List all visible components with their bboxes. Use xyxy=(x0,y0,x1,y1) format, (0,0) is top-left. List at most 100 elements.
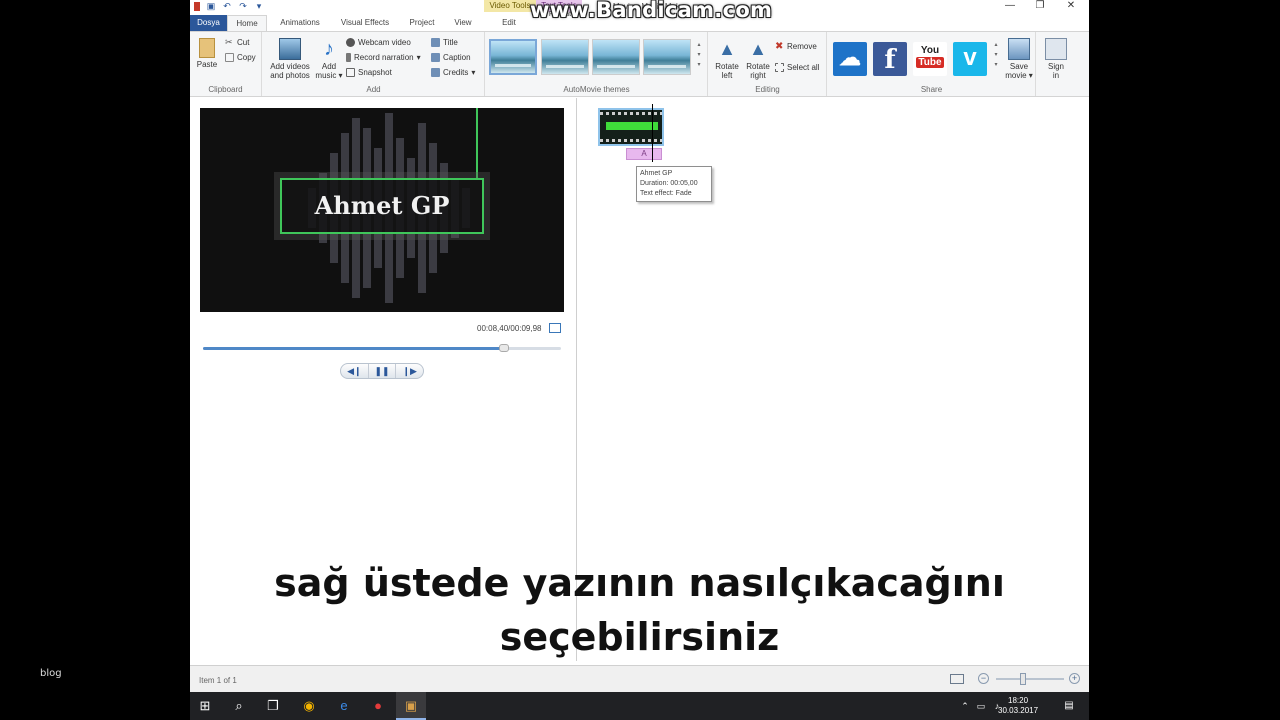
context-video-tools: Video Tools xyxy=(484,0,536,12)
playback-controls: ◀❙ ❚❚ ❙▶ xyxy=(340,363,424,379)
taskbar-clock[interactable]: 18:20 30.03.2017 xyxy=(998,696,1038,716)
clock-time: 18:20 xyxy=(1008,696,1029,705)
playhead[interactable] xyxy=(652,104,653,162)
zoom-slider-thumb[interactable] xyxy=(1020,673,1026,685)
youtube-icon[interactable]: You Tube xyxy=(913,42,947,76)
playback-time: 00:08,40/00:09,98 xyxy=(477,324,542,333)
theme-default[interactable] xyxy=(489,39,537,75)
quick-access-toolbar: ▣ ↶ ↷ ▾ xyxy=(194,2,264,11)
paste-button[interactable]: Paste xyxy=(195,38,219,69)
green-accent-line xyxy=(476,108,478,180)
scissors-icon: ✂ xyxy=(225,37,233,47)
minimize-button[interactable]: — xyxy=(995,0,1025,13)
title-icon xyxy=(431,38,440,47)
next-frame-icon[interactable]: ❙▶ xyxy=(396,364,423,378)
bandicam-icon[interactable]: ● xyxy=(369,697,387,715)
undo-icon[interactable]: ↶ xyxy=(222,2,232,11)
film-photo-icon xyxy=(279,38,301,60)
zoom-slider[interactable] xyxy=(996,678,1064,680)
group-clipboard: Paste ✂ Cut Copy Clipboard xyxy=(190,32,262,96)
tab-view[interactable]: View xyxy=(448,15,478,31)
credits-button[interactable]: Credits ▾ xyxy=(431,68,475,77)
close-button[interactable]: ✕ xyxy=(1056,0,1086,13)
theme-fade[interactable] xyxy=(643,39,691,75)
sign-in-button[interactable]: Sign in xyxy=(1040,38,1072,80)
zoom-in-button[interactable]: + xyxy=(1069,673,1080,684)
save-icon[interactable]: ▣ xyxy=(206,2,216,11)
tab-edit[interactable]: Edit xyxy=(490,15,528,31)
vimeo-icon[interactable]: v xyxy=(953,42,987,76)
themes-scroll[interactable]: ▴ ▾ ▾ xyxy=(695,40,703,70)
select-all-button[interactable]: Select all xyxy=(775,63,819,72)
tooltip-duration: Duration: 00:05,00 xyxy=(640,180,698,187)
group-share: ☁ f You Tube v ▴ ▾ ▾ Save movie ▾ Share xyxy=(828,32,1036,96)
storyboard-clip[interactable] xyxy=(598,108,664,146)
seek-bar-thumb[interactable] xyxy=(498,344,509,352)
redo-icon[interactable]: ↷ xyxy=(238,2,248,11)
webcam-icon xyxy=(346,38,355,47)
copy-button[interactable]: Copy xyxy=(225,53,256,62)
ribbon: Paste ✂ Cut Copy Clipboard Add videos and… xyxy=(190,31,1089,97)
previous-frame-icon[interactable]: ◀❙ xyxy=(341,364,369,378)
windows-start-icon[interactable]: ⊞ xyxy=(196,697,214,715)
tooltip-name: Ahmet GP xyxy=(640,170,673,177)
caption-button[interactable]: Caption xyxy=(431,53,471,62)
rotate-right-button[interactable]: ▲ Rotate right xyxy=(743,38,773,80)
add-music-button[interactable]: ♪ Add music ▾ xyxy=(315,38,343,80)
tab-visual-effects[interactable]: Visual Effects xyxy=(334,15,396,31)
thumbnail-size-icon[interactable] xyxy=(950,674,964,684)
remove-button[interactable]: ✖ Remove xyxy=(775,42,817,52)
video-preview[interactable]: Ahmet GP xyxy=(200,108,564,312)
rotate-right-icon: ▲ xyxy=(749,39,767,59)
seek-bar[interactable] xyxy=(203,344,561,352)
cut-button[interactable]: ✂ Cut xyxy=(225,37,249,48)
save-movie-button[interactable]: Save movie ▾ xyxy=(1002,38,1036,80)
tab-home[interactable]: Home xyxy=(227,15,267,31)
clip-thumbnail xyxy=(606,122,658,130)
zoom-out-button[interactable]: − xyxy=(978,673,989,684)
rotate-left-button[interactable]: ▲ Rotate left xyxy=(713,38,741,80)
snapshot-button[interactable]: Snapshot xyxy=(346,68,392,77)
music-note-icon: ♪ xyxy=(324,38,334,60)
theme-contemporary[interactable] xyxy=(541,39,589,75)
preview-title-text: Ahmet GP xyxy=(280,178,484,234)
clock-date: 30.03.2017 xyxy=(998,706,1039,715)
tab-file[interactable]: Dosya xyxy=(190,15,227,31)
chrome-icon[interactable]: ◉ xyxy=(300,697,318,715)
webcam-video-button[interactable]: Webcam video xyxy=(346,38,411,47)
paste-icon xyxy=(199,38,215,58)
task-view-icon[interactable]: ❐ xyxy=(264,697,282,715)
group-title-clipboard: Clipboard xyxy=(208,85,243,94)
search-icon[interactable]: ⌕ xyxy=(230,697,248,715)
facebook-icon[interactable]: f xyxy=(873,42,907,76)
restore-button[interactable]: ❐ xyxy=(1025,0,1055,13)
snapshot-icon xyxy=(346,68,355,77)
status-item-count: Item 1 of 1 xyxy=(199,676,237,685)
tab-project[interactable]: Project xyxy=(402,15,442,31)
share-scroll[interactable]: ▴ ▾ ▾ xyxy=(992,40,1000,70)
blog-label: blog xyxy=(40,668,62,679)
rotate-left-icon: ▲ xyxy=(718,39,736,59)
group-title-add: Add xyxy=(366,85,381,94)
tab-animations[interactable]: Animations xyxy=(272,15,328,31)
pause-icon[interactable]: ❚❚ xyxy=(369,364,397,378)
theme-cinematic[interactable] xyxy=(592,39,640,75)
user-icon xyxy=(1045,38,1067,60)
text-caption-marker[interactable]: A xyxy=(626,148,662,160)
copy-icon xyxy=(225,53,234,62)
video-subtitle: sağ üstede yazının nasılçıkacağını seçeb… xyxy=(190,556,1089,664)
edge-icon[interactable]: e xyxy=(335,697,353,715)
group-title-editing: Editing xyxy=(755,85,780,94)
taskbar: ⊞ ⌕ ❐ ◉ e ● ▣ ⌃ ▭ ♪ 18:20 30.03.2017 ▤ xyxy=(190,692,1089,720)
title-button[interactable]: Title xyxy=(431,38,458,47)
fullscreen-icon[interactable] xyxy=(549,323,561,333)
group-add: Add videos and photos ♪ Add music ▾ Webcam… xyxy=(263,32,485,96)
qat-dropdown-icon[interactable]: ▾ xyxy=(254,2,264,11)
add-videos-button[interactable]: Add videos and photos xyxy=(267,38,313,80)
notification-icon[interactable]: ▤ xyxy=(1060,697,1078,715)
moviemaker-icon[interactable]: ▣ xyxy=(402,697,420,715)
group-title-share: Share xyxy=(920,85,943,94)
record-narration-button[interactable]: Record narration ▾ xyxy=(346,53,421,62)
onedrive-icon[interactable]: ☁ xyxy=(833,42,867,76)
subtitle-line-2: seçebilirsiniz xyxy=(499,615,780,659)
